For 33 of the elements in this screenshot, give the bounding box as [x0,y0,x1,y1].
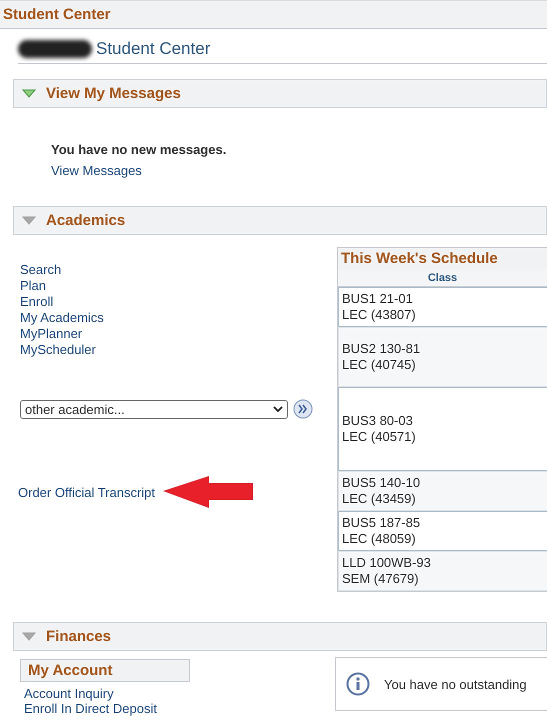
section-header: Academics [13,206,547,235]
collapsed-triangle-icon[interactable] [22,632,36,641]
class-cell: BUS5 187-85 LEC (48059) [338,511,547,551]
nav-link[interactable]: Plan [20,278,337,293]
page-title-bar: Student Center [0,0,547,29]
nav-link[interactable]: Enroll [20,294,337,309]
nav-link[interactable]: Enroll In Direct Deposit [24,701,335,716]
view-messages-link[interactable]: View Messages [51,163,547,178]
class-cell: BUS1 21-01 LEC (43807) [338,287,547,327]
heading-text: Student Center [96,39,210,59]
nav-link[interactable]: MyScheduler [20,342,337,357]
class-cell: BUS2 130-81 LEC (40745) [338,327,547,387]
chevron-down-icon [273,406,283,412]
academic-select[interactable]: other academic... [20,400,288,418]
expanded-triangle-icon[interactable] [22,89,36,98]
transcript-link[interactable]: Order Official Transcript [18,484,156,500]
nav-link[interactable]: Account Inquiry [24,686,335,701]
message-text: You have no new messages. [51,142,228,157]
nav-link[interactable]: My Academics [20,310,337,325]
nav-link[interactable]: Search [20,262,337,277]
section-header: View My Messages [13,79,547,108]
nav-link[interactable]: MyPlanner [20,326,337,341]
class-cell: BUS5 140-10 LEC (43459) [338,471,547,511]
collapsed-triangle-icon[interactable] [22,216,36,225]
go-button[interactable] [293,399,313,419]
notice-text: You have no outstanding [384,676,527,692]
schedule-title: This Week's Schedule [341,250,498,267]
info-icon [346,672,370,696]
class-cell: BUS3 80-03 LEC (40571) [338,387,547,471]
section-header: Finances [13,622,547,651]
column-header: Class [338,270,547,287]
class-cell: LLD 100WB-93 SEM (47679) [338,551,547,591]
account-header: My Account [20,659,190,682]
